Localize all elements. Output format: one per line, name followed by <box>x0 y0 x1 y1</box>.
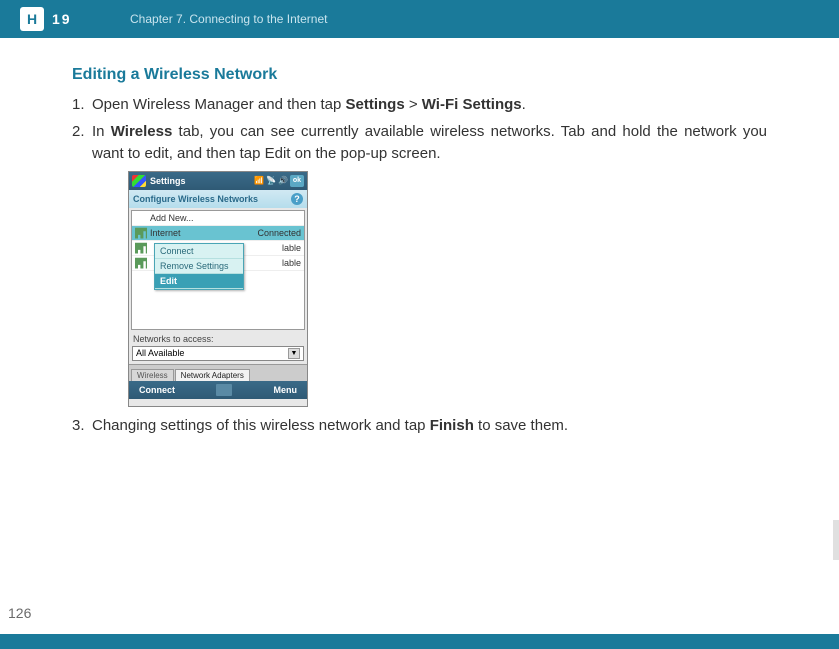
logo: H 19 <box>0 7 130 31</box>
row-status: lable <box>282 243 301 253</box>
step-text: Changing settings of this wireless netwo… <box>92 415 767 438</box>
softkey-menu[interactable]: Menu <box>274 385 298 395</box>
step-2: 2. In Wireless tab, you can see currentl… <box>72 121 767 166</box>
step-text: In Wireless tab, you can see currently a… <box>92 121 767 166</box>
blank-icon <box>135 212 147 224</box>
step-number: 2. <box>72 121 92 166</box>
bold-wireless: Wireless <box>111 123 173 140</box>
wm-topbar: Settings 📶 📡 🔊 ok <box>129 172 307 190</box>
logo-icon: H <box>20 7 44 31</box>
popup-edit[interactable]: Edit <box>155 274 243 289</box>
step-text: Open Wireless Manager and then tap Setti… <box>92 94 767 117</box>
tab-wireless[interactable]: Wireless <box>131 369 174 381</box>
popup-connect[interactable]: Connect <box>155 244 243 259</box>
page-edge-decoration <box>833 520 839 560</box>
row-label: Add New... <box>150 213 301 223</box>
softkey-connect[interactable]: Connect <box>139 385 175 395</box>
bold-finish: Finish <box>430 417 474 434</box>
wm-row-addnew[interactable]: Add New... <box>132 211 304 226</box>
embedded-screenshot: Settings 📶 📡 🔊 ok Configure Wireless Net… <box>128 171 767 407</box>
footer-bar <box>0 634 839 649</box>
bold-wifi-settings: Wi-Fi Settings <box>422 96 522 113</box>
text-fragment: to save them. <box>474 417 568 434</box>
instruction-list: 1. Open Wireless Manager and then tap Se… <box>72 94 767 166</box>
chevron-down-icon: ▼ <box>288 348 300 359</box>
bold-settings: Settings <box>345 96 404 113</box>
page-number: 126 <box>8 605 31 621</box>
help-icon[interactable]: ? <box>291 193 303 205</box>
wm-bottombar: Connect Menu <box>129 381 307 399</box>
dropdown-value: All Available <box>136 348 184 358</box>
wm-tabs: Wireless Network Adapters <box>129 364 307 381</box>
wm-row-internet[interactable]: Internet Connected <box>132 226 304 241</box>
text-fragment: Open Wireless Manager and then tap <box>92 96 345 113</box>
logo-text: 19 <box>52 11 72 27</box>
tray-volume-icon: 🔊 <box>278 176 288 186</box>
signal-icon <box>135 227 147 239</box>
section-title: Editing a Wireless Network <box>72 66 767 84</box>
access-dropdown[interactable]: All Available ▼ <box>132 346 304 361</box>
context-popup: Connect Remove Settings Edit <box>154 243 244 290</box>
signal-icon <box>135 257 147 269</box>
access-label: Networks to access: <box>129 332 307 346</box>
instruction-list-cont: 3. Changing settings of this wireless ne… <box>72 415 767 438</box>
step-3: 3. Changing settings of this wireless ne… <box>72 415 767 438</box>
popup-remove-settings[interactable]: Remove Settings <box>155 259 243 274</box>
step-number: 1. <box>72 94 92 117</box>
signal-icon <box>135 242 147 254</box>
tab-network-adapters[interactable]: Network Adapters <box>175 369 250 381</box>
wm-subheader: Configure Wireless Networks ? <box>129 190 307 208</box>
wm-tray: 📶 📡 🔊 ok <box>254 175 304 187</box>
row-status: Connected <box>257 228 301 238</box>
tray-signal-icon: 📶 <box>254 176 264 186</box>
text-fragment: > <box>405 96 422 113</box>
row-status: lable <box>282 258 301 268</box>
start-flag-icon <box>132 175 146 187</box>
header-bar: H 19 Chapter 7. Connecting to the Intern… <box>0 0 839 38</box>
text-fragment: In <box>92 123 111 140</box>
wm-network-list: Add New... Internet Connected lable labl… <box>131 210 305 330</box>
keyboard-icon[interactable] <box>216 384 232 396</box>
row-label: Internet <box>150 228 257 238</box>
step-1: 1. Open Wireless Manager and then tap Se… <box>72 94 767 117</box>
text-fragment: tab, you can see currently available wir… <box>92 123 767 163</box>
text-fragment: . <box>522 96 526 113</box>
wm-subheader-text: Configure Wireless Networks <box>133 194 258 204</box>
text-fragment: Changing settings of this wireless netwo… <box>92 417 430 434</box>
step-number: 3. <box>72 415 92 438</box>
chapter-title: Chapter 7. Connecting to the Internet <box>130 12 327 26</box>
tray-antenna-icon: 📡 <box>266 176 276 186</box>
ok-button[interactable]: ok <box>290 175 304 187</box>
wm-title: Settings <box>150 176 254 186</box>
page-content: Editing a Wireless Network 1. Open Wirel… <box>0 38 839 437</box>
wireless-manager-screenshot: Settings 📶 📡 🔊 ok Configure Wireless Net… <box>128 171 308 407</box>
